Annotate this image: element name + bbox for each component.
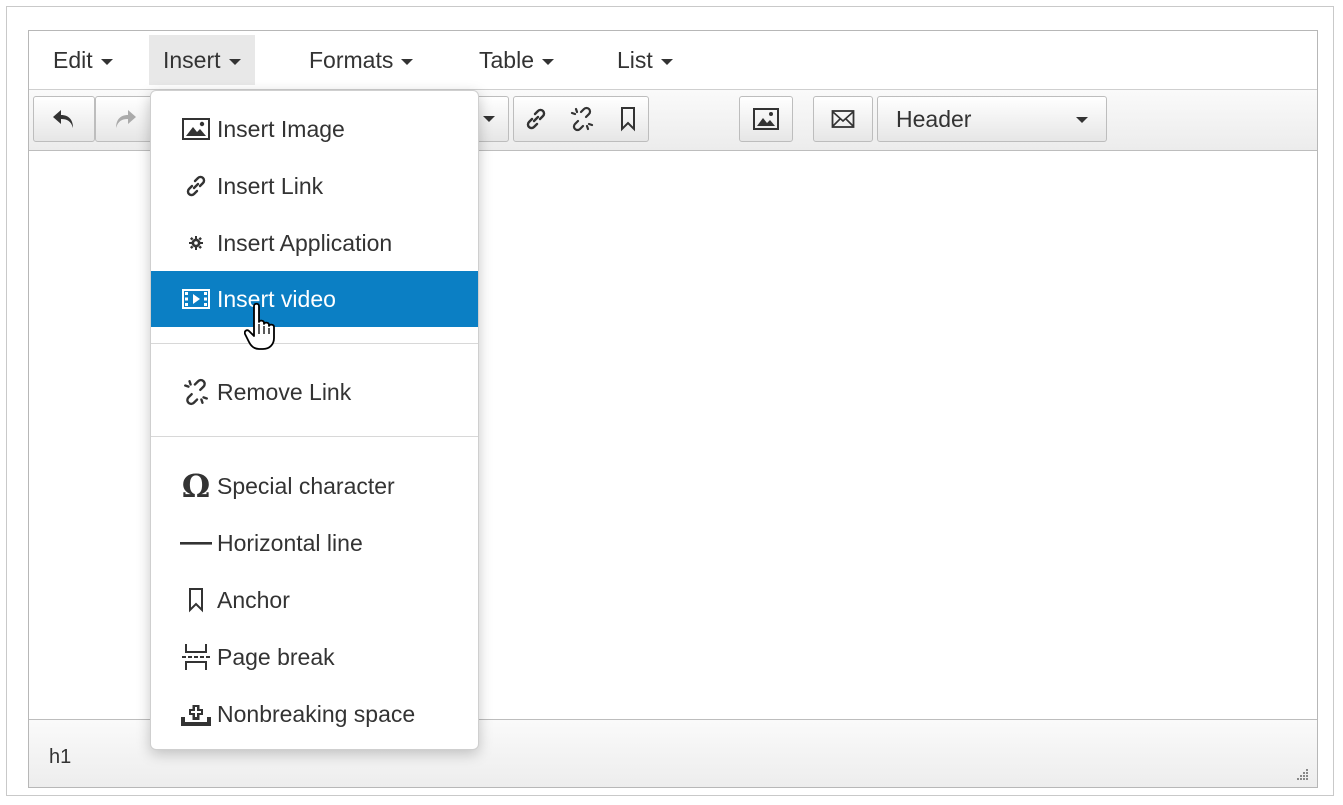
unlink-button[interactable] <box>559 97 605 141</box>
bookmark-icon <box>179 586 213 614</box>
menu-item-nonbreaking-space[interactable]: Nonbreaking space <box>151 686 478 742</box>
format-select[interactable]: Header <box>877 96 1107 142</box>
menubar: Edit Insert Formats Table List <box>29 31 1317 89</box>
menu-item-label: Insert Application <box>217 229 393 256</box>
menu-item-label: Page break <box>217 643 335 670</box>
format-select-value: Header <box>896 105 972 132</box>
omega-icon: Ω <box>181 467 211 505</box>
menu-item-label: Remove Link <box>217 378 352 405</box>
menu-divider <box>151 436 478 437</box>
unlink-icon <box>570 106 594 132</box>
menu-item-label: Horizontal line <box>217 529 363 556</box>
link-icon <box>179 174 213 198</box>
menu-item-label: Insert Image <box>217 115 345 142</box>
image-icon <box>753 108 779 130</box>
bookmark-icon <box>621 107 635 132</box>
horizontal-line-icon <box>179 540 213 546</box>
chevron-down-icon <box>401 58 414 65</box>
email-button[interactable] <box>813 96 873 142</box>
resize-handle-icon[interactable] <box>1295 767 1309 781</box>
menu-divider <box>151 343 478 344</box>
menu-table-label: Table <box>479 47 534 73</box>
image-icon <box>179 118 213 140</box>
menu-item-label: Anchor <box>217 586 290 613</box>
redo-icon <box>116 110 136 128</box>
menu-insert-label: Insert <box>163 47 221 73</box>
chevron-down-icon <box>228 58 241 65</box>
chevron-down-icon <box>1076 117 1088 123</box>
menu-list[interactable]: List <box>603 35 687 85</box>
undo-icon <box>53 110 73 128</box>
menu-item-remove-link[interactable]: Remove Link <box>151 364 478 420</box>
unlink-icon <box>179 378 213 406</box>
menu-edit[interactable]: Edit <box>39 35 127 85</box>
hand-pointer-icon <box>244 302 275 350</box>
link-button[interactable] <box>514 97 558 141</box>
menu-formats-label: Formats <box>309 47 394 73</box>
menu-item-label: Nonbreaking space <box>217 700 416 727</box>
chevron-down-icon <box>660 58 673 65</box>
page-break-icon <box>179 642 213 672</box>
undo-button[interactable] <box>33 96 95 142</box>
menu-edit-label: Edit <box>53 47 93 73</box>
envelope-icon <box>831 110 855 128</box>
gear-icon <box>179 236 213 250</box>
menu-item-horizontal-line[interactable]: Horizontal line <box>151 515 478 571</box>
nbsp-icon <box>179 701 213 727</box>
menu-item-insert-link[interactable]: Insert Link <box>151 158 478 214</box>
redo-button[interactable] <box>95 96 155 142</box>
menu-item-anchor[interactable]: Anchor <box>151 572 478 628</box>
image-button[interactable] <box>739 96 793 142</box>
chevron-down-icon <box>100 58 113 65</box>
anchor-button[interactable] <box>606 97 650 141</box>
menu-item-insert-image[interactable]: Insert Image <box>151 101 478 157</box>
menu-item-insert-video[interactable]: Insert video <box>151 271 478 327</box>
menu-item-page-break[interactable]: Page break <box>151 629 478 685</box>
menu-item-label: Special character <box>217 472 395 499</box>
chevron-down-icon <box>483 116 495 122</box>
menu-item-special-character[interactable]: Ω Special character <box>151 458 478 514</box>
link-icon <box>526 108 546 130</box>
insert-menu-dropdown: Insert Image Insert Link Insert Applicat… <box>150 90 479 750</box>
element-path[interactable]: h1 <box>49 746 71 769</box>
menu-table[interactable]: Table <box>465 35 568 85</box>
menu-insert[interactable]: Insert <box>149 35 255 85</box>
film-icon <box>179 289 213 309</box>
link-group <box>513 96 649 142</box>
menu-item-label: Insert Link <box>217 172 324 199</box>
menu-formats[interactable]: Formats <box>295 35 427 85</box>
menu-item-insert-application[interactable]: Insert Application <box>151 215 478 271</box>
menu-list-label: List <box>617 47 653 73</box>
chevron-down-icon <box>541 58 554 65</box>
